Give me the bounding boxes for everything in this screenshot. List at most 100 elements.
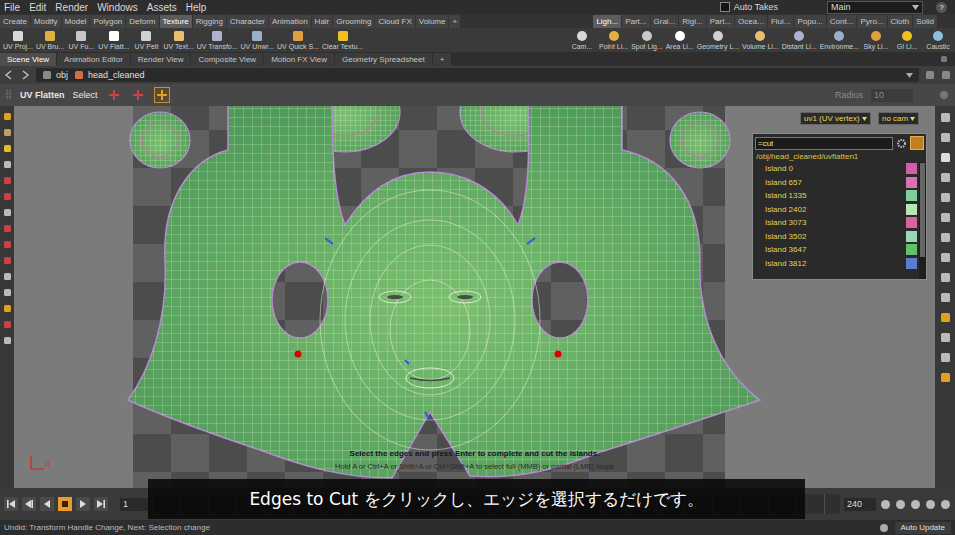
shelf-tab-label[interactable]: Deform bbox=[129, 17, 155, 26]
display-option-icon[interactable] bbox=[940, 372, 951, 383]
playback-play-button[interactable] bbox=[76, 497, 90, 511]
menu-item[interactable]: Help bbox=[186, 2, 207, 13]
menu-item[interactable]: File bbox=[4, 2, 20, 13]
update-mode-icon[interactable] bbox=[879, 523, 889, 533]
display-option-icon[interactable] bbox=[940, 292, 951, 303]
shelf-tab[interactable]: Cloth bbox=[888, 15, 913, 28]
pane-tab[interactable]: Composite View bbox=[191, 53, 263, 66]
island-row[interactable]: Island 3073 bbox=[753, 216, 919, 230]
shelf-tool-label[interactable]: Caustic bbox=[926, 43, 949, 50]
scrollbar-thumb[interactable] bbox=[920, 163, 925, 257]
uv-tool-icon[interactable] bbox=[901, 30, 913, 42]
island-label[interactable]: Island 3502 bbox=[765, 232, 806, 241]
shelf-tool-label[interactable]: UV Transfo... bbox=[197, 43, 238, 50]
viewport-tool-icon[interactable] bbox=[3, 208, 12, 217]
shelf-tab-label[interactable]: Modify bbox=[34, 17, 58, 26]
display-option-icon[interactable] bbox=[940, 232, 951, 243]
selection-mode-button[interactable] bbox=[130, 87, 146, 103]
uv-tool-icon[interactable] bbox=[608, 30, 620, 42]
shelf-tab[interactable]: Ligh... bbox=[593, 15, 621, 28]
uv-tool-icon[interactable] bbox=[337, 30, 349, 42]
timeline-option-icon[interactable] bbox=[925, 499, 936, 510]
shelf-tab[interactable]: Polygon bbox=[90, 15, 125, 28]
shelf-tab-label[interactable]: Texture bbox=[163, 17, 189, 26]
shelf-tool-label[interactable]: UV Text... bbox=[163, 43, 193, 50]
shelf-tab[interactable]: Grai... bbox=[651, 15, 679, 28]
shelf-tab-label[interactable]: Character bbox=[230, 17, 265, 26]
viewport-tool-icon[interactable] bbox=[3, 144, 12, 153]
shelf-tool[interactable]: Area Li... bbox=[666, 30, 694, 50]
end-frame-field[interactable]: 240 bbox=[844, 498, 876, 511]
shelf-tab[interactable]: Pyro... bbox=[857, 15, 886, 28]
uv-tool-icon[interactable] bbox=[75, 30, 87, 42]
menu-item[interactable]: Edit bbox=[29, 2, 46, 13]
forward-arrow-icon[interactable] bbox=[20, 70, 30, 80]
path-dropdown-icon[interactable] bbox=[906, 73, 913, 78]
shelf-tab[interactable]: Ocea... bbox=[735, 15, 767, 28]
selection-mode-button[interactable] bbox=[106, 87, 122, 103]
pane-tab[interactable]: Animation Editor bbox=[57, 53, 130, 66]
uv-tool-icon[interactable] bbox=[754, 30, 766, 42]
pane-tab[interactable]: Motion FX View bbox=[264, 53, 334, 66]
shelf-tab[interactable]: Part... bbox=[622, 15, 649, 28]
viewport-tool-icon[interactable] bbox=[3, 336, 12, 345]
shelf-tab[interactable]: Grooming bbox=[333, 15, 374, 28]
shelf-tool-label[interactable]: UV Flatt... bbox=[98, 43, 129, 50]
auto-update-button[interactable]: Auto Update bbox=[895, 522, 951, 534]
shelf-tool[interactable]: UV Unwr... bbox=[241, 30, 274, 50]
display-option-icon[interactable] bbox=[940, 192, 951, 203]
filter-text[interactable]: =cut bbox=[758, 139, 773, 148]
desktop-dropdown[interactable]: Main bbox=[827, 1, 923, 14]
island-row[interactable]: Island 2402 bbox=[753, 203, 919, 217]
geometry-icon[interactable] bbox=[74, 70, 84, 80]
shelf-tab-label[interactable]: Create bbox=[3, 17, 27, 26]
island-label[interactable]: Island 2402 bbox=[765, 205, 806, 214]
shelf-tab-label[interactable]: Ligh... bbox=[596, 17, 618, 26]
pane-tab-label[interactable]: + bbox=[440, 55, 445, 64]
island-label[interactable]: Island 3812 bbox=[765, 259, 806, 268]
viewport-tool-icon[interactable] bbox=[3, 112, 12, 121]
radius-value[interactable]: 10 bbox=[874, 90, 884, 100]
shelf-tool-label[interactable]: Point Li... bbox=[599, 43, 628, 50]
shelf-tool-label[interactable]: UV Bru... bbox=[36, 43, 64, 50]
uv-tool-icon[interactable] bbox=[641, 30, 653, 42]
shelf-tool-label[interactable]: Geometry L... bbox=[697, 43, 739, 50]
uv-tool-icon[interactable] bbox=[140, 30, 152, 42]
display-option-icon[interactable] bbox=[940, 132, 951, 143]
shelf-tool[interactable]: Environme... bbox=[820, 30, 859, 50]
uv-tool-icon[interactable] bbox=[674, 30, 686, 42]
end-frame[interactable]: 240 bbox=[847, 499, 862, 509]
shelf-tab-label[interactable]: Polygon bbox=[93, 17, 122, 26]
shelf-tool[interactable]: UV Quick S... bbox=[277, 30, 319, 50]
uv-tool-icon[interactable] bbox=[211, 30, 223, 42]
shelf-tool-label[interactable]: Spot Lig... bbox=[631, 43, 663, 50]
shelf-tool[interactable]: UV Fu... bbox=[67, 30, 95, 50]
viewport-tool-icon[interactable] bbox=[3, 224, 12, 233]
radius-field[interactable]: 10 bbox=[871, 89, 913, 102]
shelf-tab[interactable]: Popu... bbox=[794, 15, 825, 28]
display-option-icon[interactable] bbox=[940, 212, 951, 223]
shelf-tool[interactable]: Point Li... bbox=[599, 30, 628, 50]
shelf-tab[interactable]: Rigging bbox=[193, 15, 226, 28]
shelf-tool[interactable]: UV Flatt... bbox=[98, 30, 129, 50]
shelf-tool[interactable]: UV Bru... bbox=[36, 30, 64, 50]
timeline-option-icon[interactable] bbox=[940, 499, 951, 510]
shelf-tool-label[interactable]: Sky Li... bbox=[864, 43, 889, 50]
viewport-tool-icon[interactable] bbox=[3, 160, 12, 169]
shelf-tab-label[interactable]: Ocea... bbox=[738, 17, 764, 26]
viewport-tool-icon[interactable] bbox=[3, 304, 12, 313]
shelf-tool-label[interactable]: UV Unwr... bbox=[241, 43, 274, 50]
shelf-tab[interactable]: Hair bbox=[312, 15, 333, 28]
uv-tool-icon[interactable] bbox=[712, 30, 724, 42]
shelf-tab-label[interactable]: Solid bbox=[916, 17, 934, 26]
help-button[interactable]: ? bbox=[936, 2, 947, 13]
shelf-tab[interactable]: Animation bbox=[269, 15, 311, 28]
path-label[interactable]: head_cleaned bbox=[88, 70, 145, 80]
viewport[interactable]: uuv1 (UV vertex)no cam=cut/obj/head_clea… bbox=[14, 106, 935, 488]
shelf-tab[interactable]: Create bbox=[0, 15, 30, 28]
shelf-tab[interactable]: Character bbox=[227, 15, 268, 28]
uv-tool-icon[interactable] bbox=[12, 30, 24, 42]
shelf-tab-label[interactable]: Volume bbox=[419, 17, 446, 26]
shelf-tab[interactable]: Part... bbox=[707, 15, 734, 28]
display-option-icon[interactable] bbox=[940, 332, 951, 343]
